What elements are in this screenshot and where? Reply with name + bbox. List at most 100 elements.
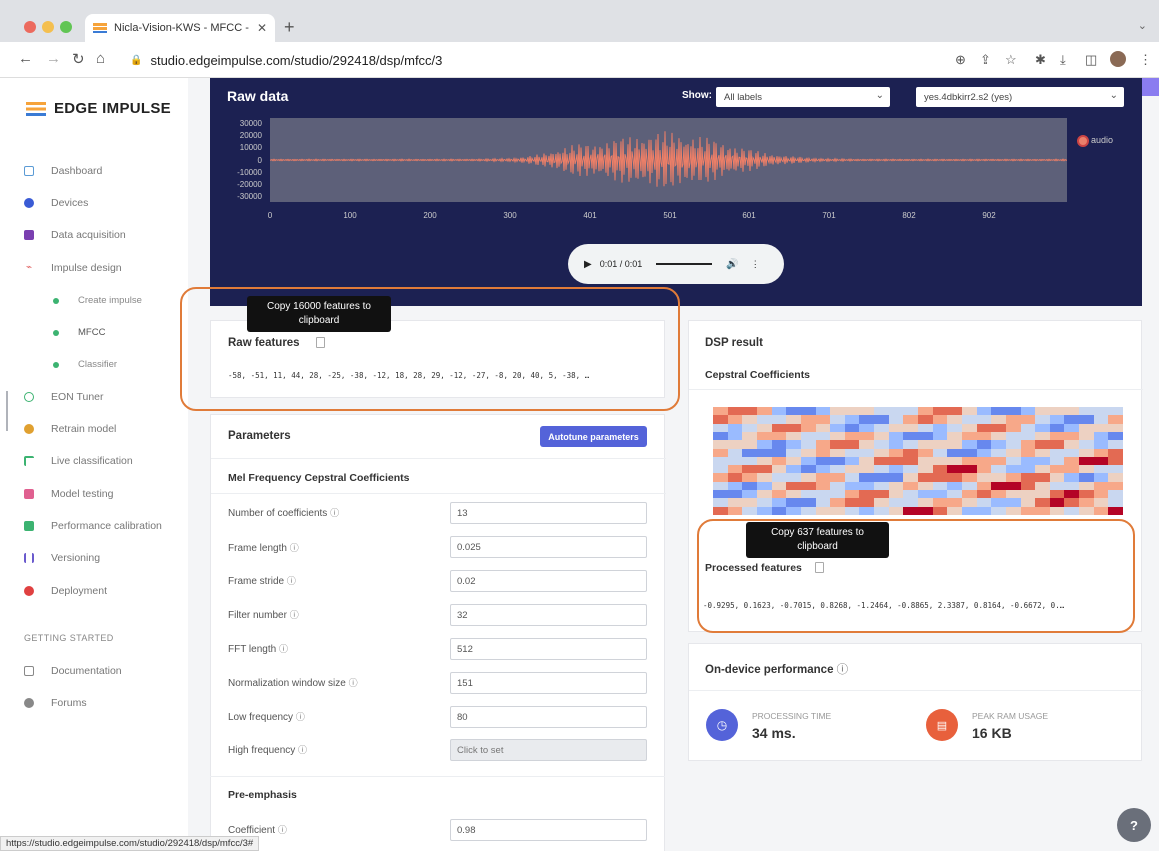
sidebar: EDGE IMPULSE Dashboard Devices Data acqu… — [0, 78, 188, 851]
x-tick-label: 200 — [423, 211, 437, 220]
documentation-icon — [24, 666, 34, 676]
sidebar-subitem-classifier[interactable]: Classifier — [53, 359, 117, 370]
sidebar-item-eon-tuner[interactable]: EON Tuner — [24, 391, 104, 403]
filter-number-input[interactable]: 32 — [450, 604, 647, 626]
sample-select[interactable]: yes.4dbkirr2.s2 (yes) ⌄ — [916, 87, 1124, 107]
sidebar-item-label: Documentation — [51, 665, 122, 677]
sidebar-item-devices[interactable]: Devices — [24, 197, 88, 209]
address-bar[interactable]: 🔒 studio.edgeimpulse.com/studio/292418/d… — [120, 47, 1000, 73]
normalization-window-input[interactable]: 151 — [450, 672, 647, 694]
tab-search-chevron-icon[interactable]: ⌄ — [1138, 19, 1147, 32]
divider — [689, 389, 1143, 390]
back-arrow-icon[interactable]: ← — [18, 50, 33, 67]
dashboard-icon — [24, 166, 34, 176]
help-icon[interactable]: ⓘ — [290, 610, 299, 620]
low-frequency-input[interactable]: 80 — [450, 706, 647, 728]
sidebar-subitem-mfcc[interactable]: MFCC — [53, 327, 105, 338]
sidebar-item-live-classification[interactable]: Live classification — [24, 455, 133, 467]
help-icon[interactable]: ⓘ — [290, 543, 299, 553]
play-icon[interactable]: ▶ — [584, 259, 592, 270]
sidebar-subitem-label: MFCC — [78, 327, 106, 338]
sidebar-item-forums[interactable]: Forums — [24, 697, 87, 709]
heatmap-cell — [1005, 506, 1021, 516]
audio-more-icon[interactable]: ⋮ — [751, 259, 760, 270]
sidebar-item-deployment[interactable]: Deployment — [24, 585, 107, 597]
help-icon[interactable]: ⓘ — [287, 576, 296, 586]
tuner-icon — [24, 392, 34, 402]
help-icon[interactable]: ⓘ — [296, 712, 305, 722]
close-tab-icon[interactable]: ✕ — [257, 21, 267, 35]
browser-tab-title: Nicla-Vision-KWS - MFCC - E — [114, 22, 251, 34]
coefficients-input[interactable]: 13 — [450, 502, 647, 524]
y-tick-label: 20000 — [239, 131, 262, 140]
testing-icon — [24, 489, 34, 499]
frame-stride-input[interactable]: 0.02 — [450, 570, 647, 592]
frame-length-input[interactable]: 0.025 — [450, 536, 647, 558]
status-dot-icon — [53, 361, 59, 368]
sidebar-item-versioning[interactable]: Versioning — [24, 552, 100, 564]
parameters-title: Parameters — [228, 430, 291, 442]
profile-avatar[interactable] — [1110, 51, 1126, 67]
high-frequency-input[interactable]: Click to set — [450, 739, 647, 761]
lock-icon: 🔒 — [130, 54, 143, 66]
label-filter-select[interactable]: All labels ⌄ — [716, 87, 890, 107]
sidebar-item-documentation[interactable]: Documentation — [24, 665, 122, 677]
param-label-frame-length: Frame length ⓘ — [228, 543, 299, 554]
new-tab-icon[interactable]: + — [284, 17, 295, 38]
sidebar-item-data-acquisition[interactable]: Data acquisition — [24, 229, 126, 241]
close-window-button[interactable] — [24, 21, 36, 33]
coefficient-input[interactable]: 0.98 — [450, 819, 647, 841]
versioning-icon — [24, 553, 34, 563]
zoom-window-button[interactable] — [60, 21, 72, 33]
fft-length-input[interactable]: 512 — [450, 638, 647, 660]
heatmap-cell — [742, 506, 758, 516]
heatmap-cell — [947, 506, 963, 516]
sidebar-item-model-testing[interactable]: Model testing — [24, 488, 113, 500]
brand-logo[interactable]: EDGE IMPULSE — [26, 100, 171, 117]
zoom-icon[interactable]: ⊕ — [955, 52, 966, 68]
autotune-parameters-button[interactable]: Autotune parameters — [540, 426, 647, 447]
sidebar-item-label: Retrain model — [51, 423, 117, 435]
help-icon[interactable]: ⓘ — [330, 508, 339, 518]
x-tick-label: 0 — [267, 211, 273, 220]
param-label-fft-length: FFT length ⓘ — [228, 644, 288, 655]
help-icon[interactable]: ⓘ — [278, 825, 287, 835]
processing-time-label: PROCESSING TIME — [752, 711, 832, 721]
help-icon[interactable]: ⓘ — [279, 644, 288, 654]
bookmark-star-icon[interactable]: ☆ — [1005, 52, 1017, 68]
sidebar-item-impulse-design[interactable]: ⌁ Impulse design — [24, 262, 122, 274]
legend-audio-marker[interactable] — [1077, 135, 1089, 147]
help-icon[interactable]: ⓘ — [837, 664, 849, 676]
waveform-plot[interactable] — [270, 118, 1067, 202]
heatmap-cell — [1108, 506, 1124, 516]
sidepanel-icon[interactable]: ◫ — [1085, 52, 1097, 68]
sidebar-item-dashboard[interactable]: Dashboard — [24, 165, 102, 177]
share-icon[interactable]: ⇪ — [980, 52, 991, 68]
minimize-window-button[interactable] — [42, 21, 54, 33]
browser-tab[interactable]: Nicla-Vision-KWS - MFCC - E ✕ — [85, 14, 275, 42]
extensions-icon[interactable]: ✱ — [1035, 52, 1046, 68]
reload-icon[interactable]: ↻ — [72, 50, 85, 68]
audio-seek-slider[interactable] — [656, 263, 713, 265]
forward-arrow-icon[interactable]: → — [46, 50, 61, 67]
y-tick-label: 0 — [257, 156, 262, 165]
sidebar-item-retrain-model[interactable]: Retrain model — [24, 423, 116, 435]
download-icon[interactable]: ⤓ — [1060, 52, 1066, 68]
sidebar-item-performance-calibration[interactable]: Performance calibration — [24, 520, 162, 532]
calibration-icon — [24, 521, 34, 531]
home-icon[interactable]: ⌂ — [96, 50, 105, 67]
heatmap-cell — [991, 506, 1007, 516]
deployment-icon — [24, 586, 34, 596]
help-icon[interactable]: ⓘ — [298, 745, 307, 755]
sidebar-subitem-create-impulse[interactable]: Create impulse — [53, 295, 142, 306]
legend-audio-label: audio — [1091, 135, 1114, 145]
heatmap-cell — [976, 506, 992, 516]
processing-time-value: 34 ms. — [752, 725, 796, 741]
help-icon[interactable]: ⓘ — [349, 678, 358, 688]
browser-menu-icon[interactable]: ⋮ — [1139, 52, 1152, 68]
audio-player[interactable]: ▶ 0:01 / 0:01 🔊 ⋮ — [568, 244, 784, 284]
volume-icon[interactable]: 🔊 — [726, 259, 738, 270]
show-label: Show: — [682, 90, 712, 101]
help-button[interactable]: ? — [1117, 808, 1151, 842]
x-tick-label: 401 — [583, 211, 597, 220]
